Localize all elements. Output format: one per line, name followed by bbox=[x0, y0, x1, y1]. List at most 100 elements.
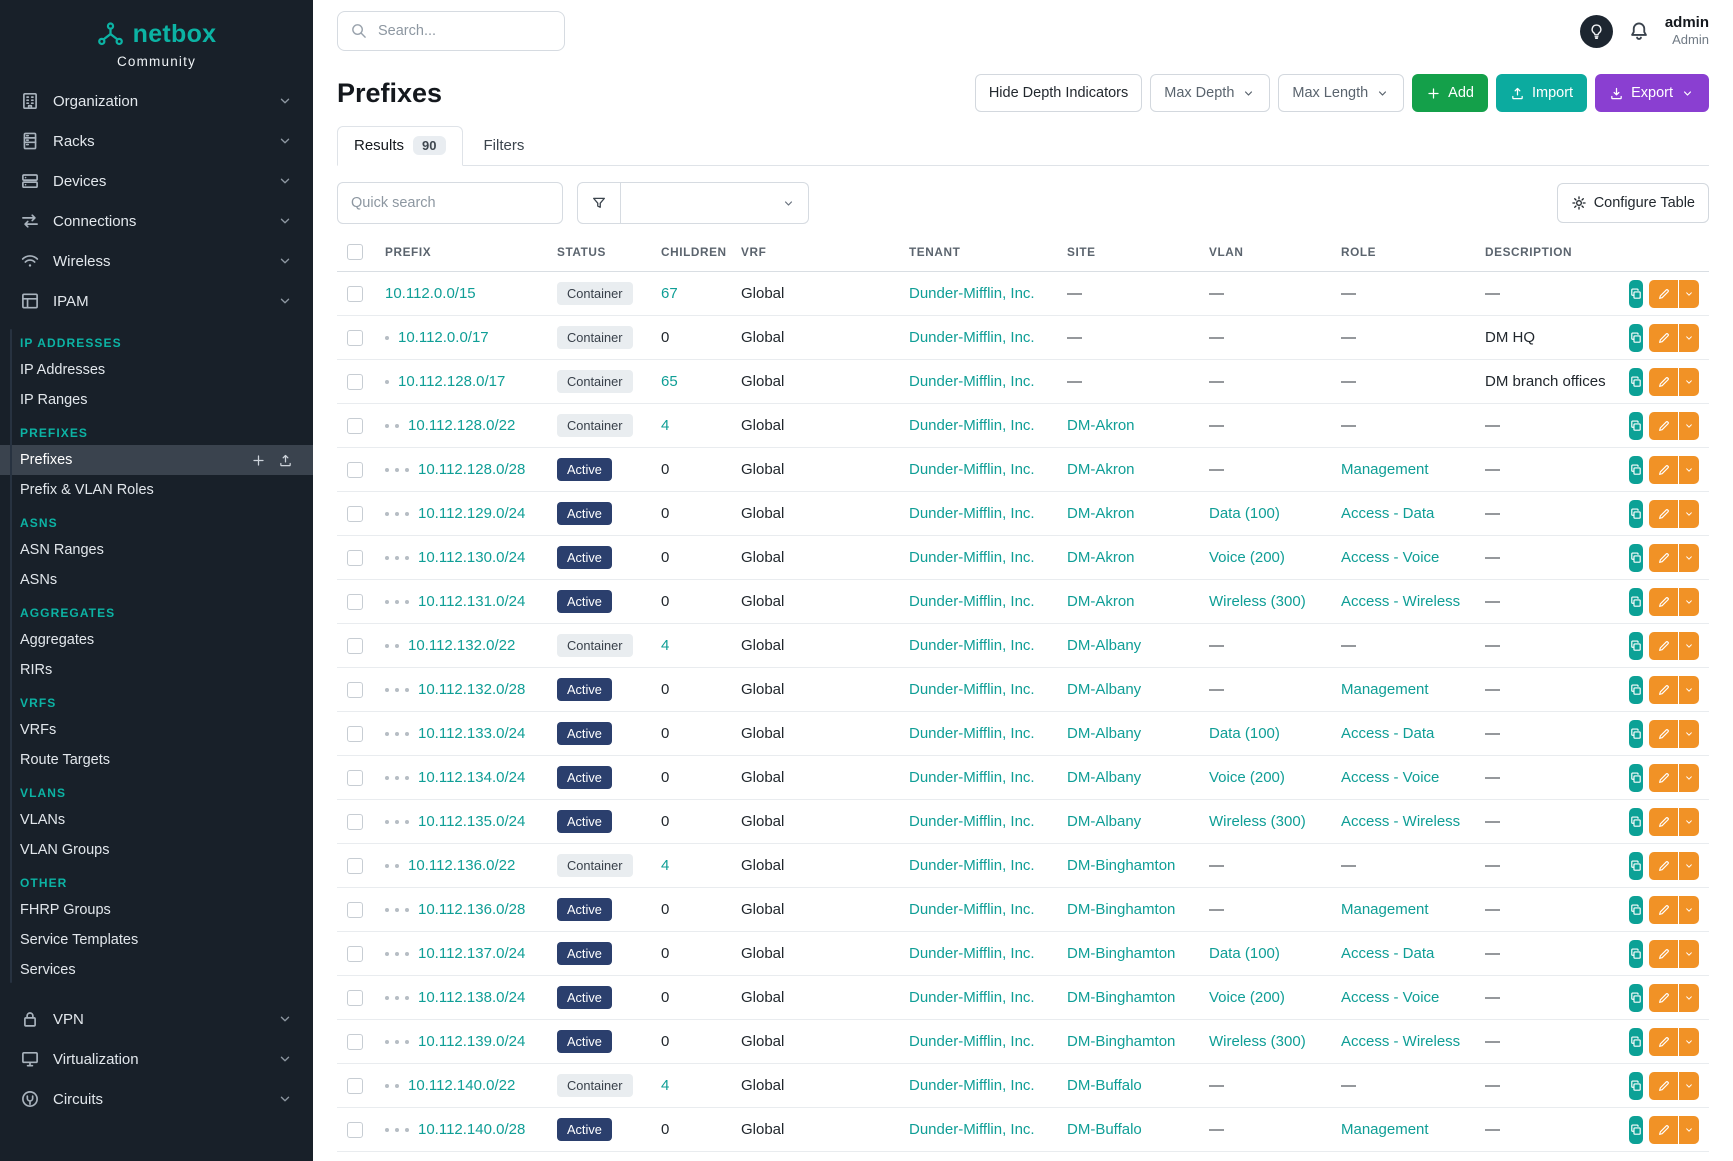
add-button[interactable]: Add bbox=[1412, 74, 1488, 112]
edit-dropdown-button[interactable] bbox=[1679, 500, 1699, 528]
select-all-checkbox[interactable] bbox=[347, 244, 363, 260]
edit-dropdown-button[interactable] bbox=[1679, 588, 1699, 616]
site-link[interactable]: DM-Binghamton bbox=[1067, 989, 1175, 1006]
sidebar-item-ip-ranges[interactable]: IP Ranges bbox=[0, 385, 313, 415]
edit-button[interactable] bbox=[1649, 280, 1678, 308]
edit-button[interactable] bbox=[1649, 368, 1678, 396]
site-link[interactable]: DM-Binghamton bbox=[1067, 857, 1175, 874]
row-checkbox[interactable] bbox=[347, 286, 363, 302]
row-checkbox[interactable] bbox=[347, 418, 363, 434]
tab-results[interactable]: Results90 bbox=[337, 126, 463, 166]
edit-dropdown-button[interactable] bbox=[1679, 852, 1699, 880]
sidebar-item-racks[interactable]: Racks bbox=[0, 121, 313, 161]
edit-button[interactable] bbox=[1649, 720, 1678, 748]
edit-dropdown-button[interactable] bbox=[1679, 940, 1699, 968]
site-link[interactable]: DM-Binghamton bbox=[1067, 1033, 1175, 1050]
site-link[interactable]: DM-Albany bbox=[1067, 813, 1141, 830]
edit-button[interactable] bbox=[1649, 1028, 1678, 1056]
edit-dropdown-button[interactable] bbox=[1679, 808, 1699, 836]
max-length-dropdown[interactable]: Max Length bbox=[1278, 74, 1404, 112]
tenant-link[interactable]: Dunder-Mifflin, Inc. bbox=[909, 1121, 1035, 1138]
prefix-link[interactable]: 10.112.131.0/24 bbox=[418, 593, 525, 610]
prefix-link[interactable]: 10.112.128.0/17 bbox=[398, 373, 505, 390]
row-checkbox[interactable] bbox=[347, 990, 363, 1006]
row-checkbox[interactable] bbox=[347, 1122, 363, 1138]
site-link[interactable]: DM-Buffalo bbox=[1067, 1121, 1142, 1138]
prefix-link[interactable]: 10.112.0.0/17 bbox=[398, 329, 489, 346]
row-checkbox[interactable] bbox=[347, 1078, 363, 1094]
site-link[interactable]: DM-Albany bbox=[1067, 725, 1141, 742]
copy-button[interactable] bbox=[1629, 1072, 1643, 1100]
edit-button[interactable] bbox=[1649, 412, 1678, 440]
sidebar-item-circuits[interactable]: Circuits bbox=[0, 1079, 313, 1119]
edit-dropdown-button[interactable] bbox=[1679, 764, 1699, 792]
children-count-link[interactable]: 4 bbox=[661, 637, 669, 654]
prefix-link[interactable]: 10.112.133.0/24 bbox=[418, 725, 525, 742]
sidebar-item-aggregates[interactable]: Aggregates bbox=[0, 625, 313, 655]
role-link[interactable]: Access - Voice bbox=[1341, 769, 1439, 786]
vlan-link[interactable]: Wireless (300) bbox=[1209, 1033, 1306, 1050]
sidebar-item-services[interactable]: Services bbox=[0, 955, 313, 985]
role-link[interactable]: Access - Wireless bbox=[1341, 593, 1460, 610]
site-link[interactable]: DM-Akron bbox=[1067, 505, 1135, 522]
theme-toggle-button[interactable] bbox=[1580, 15, 1613, 48]
sidebar-item-devices[interactable]: Devices bbox=[0, 161, 313, 201]
quick-import-button[interactable] bbox=[278, 453, 293, 468]
tenant-link[interactable]: Dunder-Mifflin, Inc. bbox=[909, 857, 1035, 874]
role-link[interactable]: Access - Voice bbox=[1341, 549, 1439, 566]
prefix-link[interactable]: 10.112.138.0/24 bbox=[418, 989, 525, 1006]
copy-button[interactable] bbox=[1629, 940, 1643, 968]
site-link[interactable]: DM-Albany bbox=[1067, 637, 1141, 654]
children-count-link[interactable]: 65 bbox=[661, 373, 678, 390]
vlan-link[interactable]: Data (100) bbox=[1209, 505, 1280, 522]
copy-button[interactable] bbox=[1629, 324, 1643, 352]
role-link[interactable]: Management bbox=[1341, 681, 1429, 698]
prefix-link[interactable]: 10.112.140.0/22 bbox=[408, 1077, 515, 1094]
user-menu[interactable]: admin Admin bbox=[1665, 14, 1709, 48]
import-button[interactable]: Import bbox=[1496, 74, 1587, 112]
prefix-link[interactable]: 10.112.128.0/22 bbox=[408, 417, 515, 434]
notifications-bell-icon[interactable] bbox=[1628, 20, 1650, 42]
edit-dropdown-button[interactable] bbox=[1679, 896, 1699, 924]
sidebar-item-virtualization[interactable]: Virtualization bbox=[0, 1039, 313, 1079]
tenant-link[interactable]: Dunder-Mifflin, Inc. bbox=[909, 901, 1035, 918]
prefix-link[interactable]: 10.112.0.0/15 bbox=[385, 285, 476, 302]
site-link[interactable]: DM-Albany bbox=[1067, 769, 1141, 786]
role-link[interactable]: Management bbox=[1341, 1121, 1429, 1138]
row-checkbox[interactable] bbox=[347, 726, 363, 742]
edit-dropdown-button[interactable] bbox=[1679, 1072, 1699, 1100]
vlan-link[interactable]: Wireless (300) bbox=[1209, 593, 1306, 610]
sidebar-item-fhrp-groups[interactable]: FHRP Groups bbox=[0, 895, 313, 925]
prefix-link[interactable]: 10.112.136.0/22 bbox=[408, 857, 515, 874]
copy-button[interactable] bbox=[1629, 764, 1643, 792]
copy-button[interactable] bbox=[1629, 984, 1643, 1012]
edit-button[interactable] bbox=[1649, 456, 1678, 484]
sidebar-item-wireless[interactable]: Wireless bbox=[0, 241, 313, 281]
hide-depth-indicators-button[interactable]: Hide Depth Indicators bbox=[975, 74, 1142, 112]
copy-button[interactable] bbox=[1629, 544, 1643, 572]
edit-dropdown-button[interactable] bbox=[1679, 632, 1699, 660]
copy-button[interactable] bbox=[1629, 412, 1643, 440]
sidebar-item-ip-addresses[interactable]: IP Addresses bbox=[0, 355, 313, 385]
tenant-link[interactable]: Dunder-Mifflin, Inc. bbox=[909, 769, 1035, 786]
children-count-link[interactable]: 4 bbox=[661, 857, 669, 874]
export-dropdown-button[interactable]: Export bbox=[1595, 74, 1709, 112]
edit-dropdown-button[interactable] bbox=[1679, 984, 1699, 1012]
copy-button[interactable] bbox=[1629, 588, 1643, 616]
copy-button[interactable] bbox=[1629, 1116, 1643, 1144]
copy-button[interactable] bbox=[1629, 456, 1643, 484]
site-link[interactable]: DM-Akron bbox=[1067, 461, 1135, 478]
tenant-link[interactable]: Dunder-Mifflin, Inc. bbox=[909, 417, 1035, 434]
vlan-link[interactable]: Voice (200) bbox=[1209, 989, 1285, 1006]
tenant-link[interactable]: Dunder-Mifflin, Inc. bbox=[909, 813, 1035, 830]
edit-button[interactable] bbox=[1649, 940, 1678, 968]
site-link[interactable]: DM-Albany bbox=[1067, 681, 1141, 698]
saved-filter-select[interactable] bbox=[621, 182, 809, 224]
global-search-input[interactable] bbox=[337, 11, 565, 51]
copy-button[interactable] bbox=[1629, 896, 1643, 924]
quick-search-input[interactable] bbox=[337, 182, 563, 224]
edit-button[interactable] bbox=[1649, 896, 1678, 924]
prefix-link[interactable]: 10.112.132.0/22 bbox=[408, 637, 515, 654]
prefix-link[interactable]: 10.112.137.0/24 bbox=[418, 945, 525, 962]
copy-button[interactable] bbox=[1629, 808, 1643, 836]
